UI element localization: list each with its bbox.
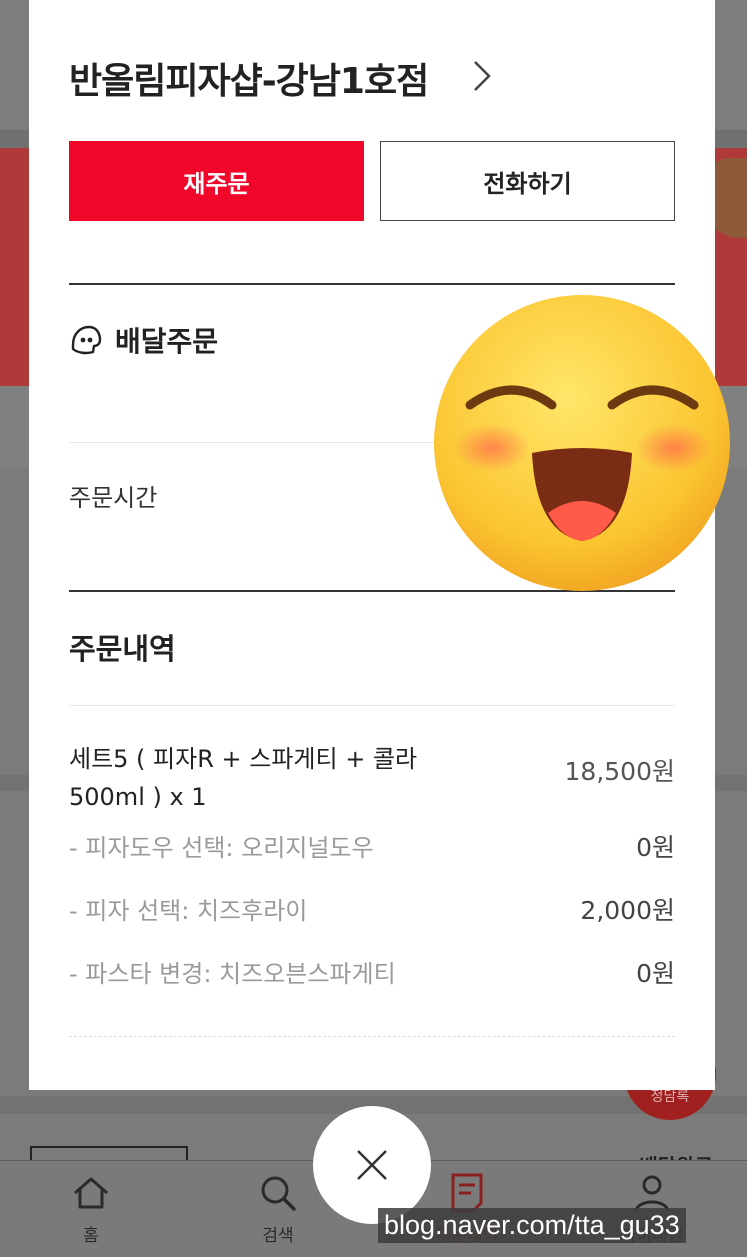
option-price: 0원 [636,833,675,862]
row-divider-2 [69,705,675,706]
reorder-button[interactable]: 재주문 [69,141,364,221]
order-time-label: 주문시간 [69,484,158,512]
receipt-zigzag-edge [29,1078,715,1090]
tab-home-label: 홈 [83,1226,99,1246]
option-price: 2,000원 [580,896,675,925]
laughing-face-emoji [434,295,730,591]
close-button[interactable] [313,1106,431,1224]
watermark: blog.naver.com/tta_gu33 [378,1208,686,1243]
close-icon [357,1150,387,1180]
store-name[interactable]: 반올림피자샵-강남1호점 [69,52,429,104]
tab-home[interactable]: 홈 [46,1171,136,1246]
option-price: 0원 [636,959,675,988]
tab-search[interactable]: 검색 [233,1171,323,1246]
order-details-title: 주문내역 [69,632,176,666]
home-icon [74,1177,108,1209]
option-label: - 피자 선택: 치즈후라이 [69,897,308,925]
order-item-price: 18,500원 [564,757,675,786]
order-item-name: 세트5 ( 피자R + 스파게티 + 콜라 500ml ) x 1 [69,745,418,811]
call-button[interactable]: 전화하기 [380,141,675,221]
option-label: - 파스타 변경: 치즈오븐스파게티 [69,960,396,988]
helmet-icon [71,325,102,355]
order-type-label: 배달주문 [115,325,219,358]
chevron-right-icon[interactable] [469,58,495,94]
dotted-divider [69,1036,675,1037]
option-label: - 피자도우 선택: 오리지널도우 [69,834,374,862]
tab-search-label: 검색 [262,1226,294,1246]
section-divider [69,283,675,285]
order-type-heading: 배달주문 [69,320,218,360]
search-icon [261,1176,296,1211]
